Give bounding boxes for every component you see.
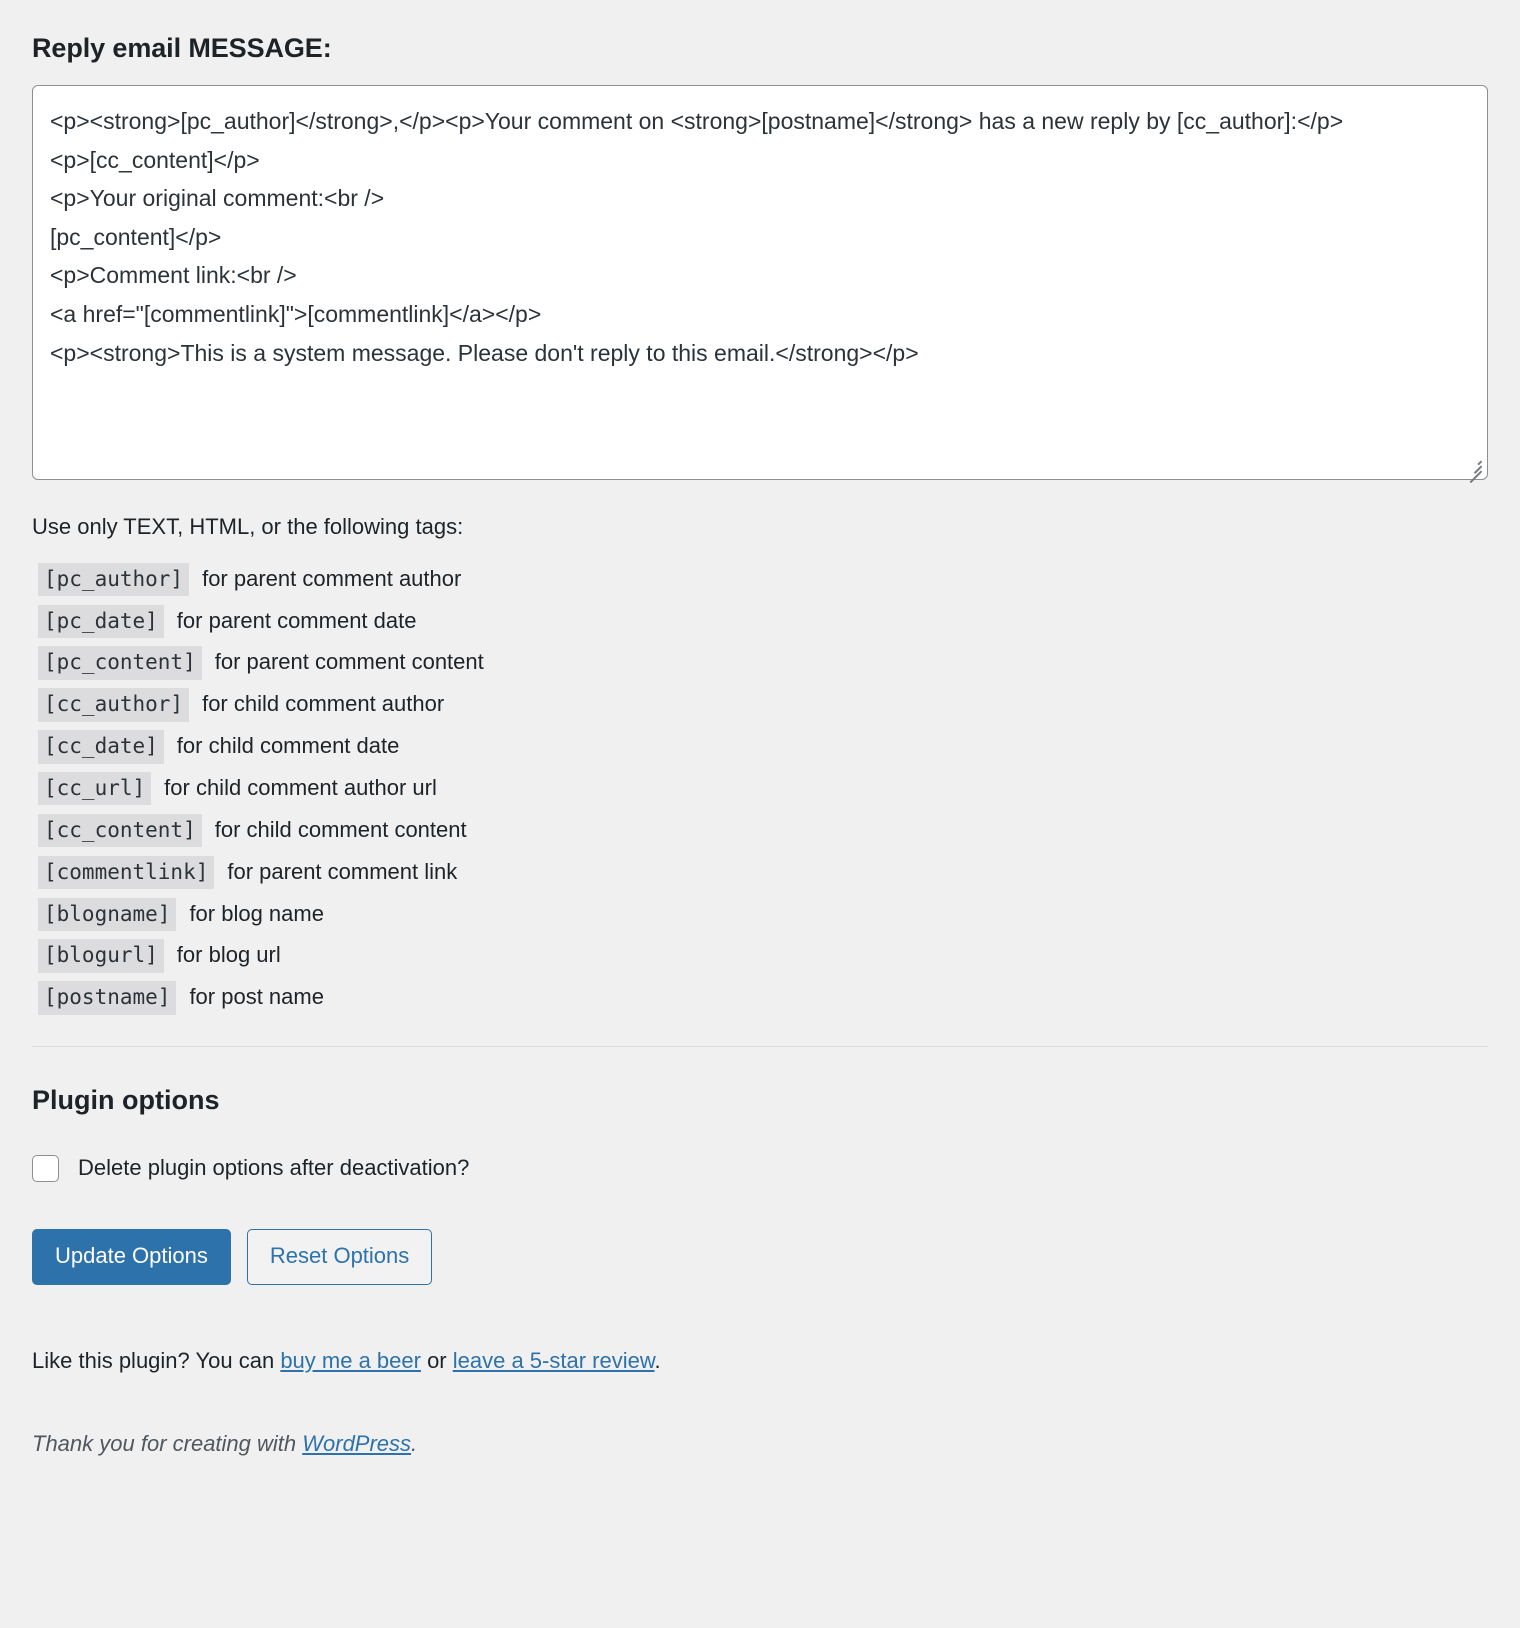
tag-description: for child comment author (202, 691, 445, 717)
tag-reference-list: [pc_author] for parent comment author [p… (32, 562, 1488, 1015)
form-actions: Update Options Reset Options (32, 1228, 1488, 1285)
support-line-prefix: Like this plugin? You can (32, 1347, 281, 1373)
list-item: [blogname] for blog name (32, 897, 1488, 931)
delete-options-checkbox[interactable] (32, 1154, 59, 1182)
tag-description: for blog url (176, 942, 281, 968)
support-line-suffix: . (654, 1347, 661, 1373)
list-item: [pc_author] for parent comment author (32, 562, 1488, 597)
message-textarea-wrapper (32, 85, 1488, 484)
tag-description: for parent comment author (202, 565, 462, 591)
credits-suffix: . (411, 1430, 418, 1456)
list-item: [postname] for post name (32, 981, 1488, 1015)
plugin-settings-page: Reply email MESSAGE: Use only TEXT, HTML… (0, 0, 1520, 1457)
list-item: [commentlink] for parent comment link (32, 855, 1488, 890)
page-title: Reply email MESSAGE: (32, 33, 332, 63)
tag-description: for child comment content (214, 816, 467, 842)
support-line-between: or (420, 1347, 453, 1373)
tag-description: for child comment author url (164, 775, 437, 801)
reply-email-message-textarea[interactable] (32, 85, 1488, 480)
tag-code: [cc_content] (38, 813, 202, 848)
list-item: [pc_date] for parent comment date (32, 604, 1488, 638)
delete-options-checkbox-label: Delete plugin options after deactivation… (78, 1155, 470, 1181)
tags-helper-text: Use only TEXT, HTML, or the following ta… (32, 514, 464, 539)
tag-description: for parent comment date (176, 607, 417, 633)
tag-code: [blogurl] (38, 939, 164, 973)
tag-description: for parent comment link (227, 858, 458, 884)
tag-description: for post name (189, 984, 324, 1010)
list-item: [cc_content] for child comment content (32, 813, 1488, 848)
update-options-button[interactable]: Update Options (32, 1228, 231, 1285)
tag-code: [cc_date] (38, 730, 164, 764)
list-item: [cc_author] for child comment author (32, 688, 1488, 722)
credits-line: Thank you for creating with WordPress. (32, 1431, 1488, 1457)
tag-code: [cc_url] (38, 772, 152, 806)
wordpress-link[interactable]: WordPress (302, 1431, 411, 1456)
tag-code: [cc_author] (38, 688, 190, 722)
reset-options-button[interactable]: Reset Options (246, 1228, 433, 1285)
list-item: [blogurl] for blog url (32, 939, 1488, 973)
tag-code: [pc_author] (38, 562, 190, 597)
credits-prefix: Thank you for creating with (32, 1430, 303, 1456)
tag-description: for parent comment content (214, 649, 484, 675)
tag-code: [postname] (38, 981, 177, 1015)
tag-description: for blog name (189, 900, 324, 926)
support-line: Like this plugin? You can buy me a beer … (32, 1348, 1488, 1374)
tag-code: [commentlink] (38, 855, 215, 890)
leave-review-link[interactable]: leave a 5-star review (453, 1348, 655, 1373)
buy-me-a-beer-link[interactable]: buy me a beer (280, 1348, 421, 1373)
list-item: [cc_date] for child comment date (32, 730, 1488, 764)
tag-code: [blogname] (38, 897, 177, 931)
list-item: [cc_url] for child comment author url (32, 772, 1488, 806)
delete-options-checkbox-row[interactable]: Delete plugin options after deactivation… (32, 1154, 1488, 1182)
tag-description: for child comment date (176, 733, 400, 759)
tag-code: [pc_content] (38, 646, 202, 680)
tag-code: [pc_date] (38, 604, 164, 638)
plugin-options-title: Plugin options (32, 1084, 220, 1115)
list-item: [pc_content] for parent comment content (32, 646, 1488, 680)
